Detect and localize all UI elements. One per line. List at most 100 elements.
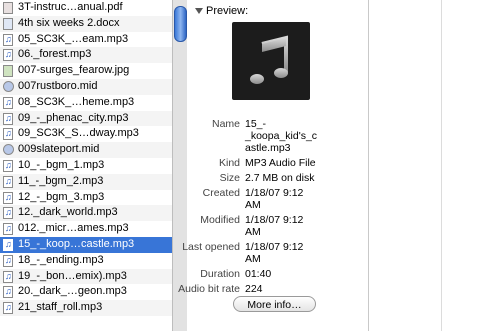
file-name: 12_-_bgm_3.mp3 xyxy=(18,190,105,203)
music-note-glyph: ♫ xyxy=(5,286,12,297)
file-info: Name 15_- _koopa_kid's_c astle.mp3 Kind MP3… xyxy=(178,118,368,298)
file-name: 11_-_bgm_2.mp3 xyxy=(18,174,104,187)
music-note-glyph: ♫ xyxy=(5,223,12,234)
file-name: 10_-_bgm_1.mp3 xyxy=(18,158,105,171)
preview-thumbnail xyxy=(232,22,310,100)
file-list-item[interactable]: 4th six weeks 2.docx xyxy=(0,15,172,32)
mp3-file-icon: ♫ xyxy=(3,223,13,236)
mp3-file-icon: ♫ xyxy=(3,112,13,125)
file-name: 09_SC3K_S…dway.mp3 xyxy=(18,127,139,140)
file-list-item[interactable]: ♫ 12._dark_world.mp3 xyxy=(0,205,172,222)
info-label: Name xyxy=(211,118,240,130)
music-note-glyph: ♫ xyxy=(5,112,12,123)
file-list-item[interactable]: ♫ 09_SC3K_S…dway.mp3 xyxy=(0,126,172,143)
image-file-icon xyxy=(3,65,13,78)
music-note-glyph: ♫ xyxy=(5,159,12,170)
file-list-item[interactable]: ♫ 09_-_phenac_city.mp3 xyxy=(0,110,172,127)
mp3-file-icon: ♫ xyxy=(3,175,13,188)
info-value: 15_- _koopa_kid's_c astle.mp3 xyxy=(245,118,318,154)
preview-disclosure[interactable]: Preview: xyxy=(195,5,248,17)
file-name: 3T-instruc…anual.pdf xyxy=(18,1,123,13)
file-name: 20._dark_…geon.mp3 xyxy=(18,285,127,298)
music-note-icon xyxy=(250,35,288,84)
info-row: Modified 1/18/07 9:12 AM xyxy=(187,214,368,238)
file-list-item[interactable]: ♫ 11_-_bgm_2.mp3 xyxy=(0,173,172,190)
file-list[interactable]: 3T-instruc…anual.pdf 4th six weeks 2.docx… xyxy=(0,0,172,331)
file-list-item[interactable]: ♫ 18_-_ending.mp3 xyxy=(0,252,172,269)
file-name: 08_SC3K_…heme.mp3 xyxy=(18,95,135,108)
info-value: MP3 Audio File xyxy=(245,157,316,169)
file-name: 009slateport.mid xyxy=(18,143,100,156)
scroll-thumb[interactable] xyxy=(174,6,187,42)
file-name: 12._dark_world.mp3 xyxy=(18,206,118,219)
file-name: 4th six weeks 2.docx xyxy=(18,16,120,29)
info-label: Audio bit rate xyxy=(178,283,240,295)
file-list-item[interactable]: ♫ 15_-_koop…castle.mp3 xyxy=(0,236,172,253)
disclosure-triangle-icon[interactable] xyxy=(195,8,203,15)
info-row: Created 1/18/07 9:12 AM xyxy=(187,187,368,211)
file-list-item[interactable]: 007rustboro.mid xyxy=(0,78,172,95)
file-list-item[interactable]: 009slateport.mid xyxy=(0,142,172,158)
music-note-glyph: ♫ xyxy=(5,191,12,202)
mp3-file-icon: ♫ xyxy=(3,49,13,62)
info-value: 01:40 xyxy=(245,268,272,280)
empty-column[interactable] xyxy=(369,0,500,331)
mp3-file-icon: ♫ xyxy=(3,286,13,299)
music-note-glyph: ♫ xyxy=(5,270,12,281)
mp3-file-icon: ♫ xyxy=(3,159,13,172)
file-list-scrollbar[interactable] xyxy=(172,0,187,331)
info-label: Modified xyxy=(200,214,240,226)
info-value: 1/18/07 9:12 AM xyxy=(245,214,304,238)
music-note-glyph: ♫ xyxy=(5,238,12,249)
info-row: Duration 01:40 xyxy=(187,268,368,280)
music-note-glyph: ♫ xyxy=(5,128,12,139)
info-label: Size xyxy=(219,172,240,184)
mp3-file-icon: ♫ xyxy=(3,238,13,251)
file-list-item[interactable]: ♫ 012._micr…ames.mp3 xyxy=(0,221,172,237)
file-list-item[interactable]: ♫ 05_SC3K_…eam.mp3 xyxy=(0,31,172,48)
info-label: Duration xyxy=(200,268,240,280)
mp3-file-icon: ♫ xyxy=(3,270,13,283)
file-list-item[interactable]: ♫ 06._forest.mp3 xyxy=(0,47,172,64)
info-row: Name 15_- _koopa_kid's_c astle.mp3 xyxy=(187,118,368,154)
file-name: 05_SC3K_…eam.mp3 xyxy=(18,32,129,45)
info-label: Kind xyxy=(218,157,240,169)
file-list-item[interactable]: ♫ 19_-_bon…emix).mp3 xyxy=(0,268,172,285)
info-value: 1/18/07 9:12 AM xyxy=(245,187,304,211)
file-name: 19_-_bon…emix).mp3 xyxy=(18,269,127,282)
music-note-glyph: ♫ xyxy=(5,96,12,107)
file-list-item[interactable]: ♫ 21_staff_roll.mp3 xyxy=(0,300,172,316)
music-note-glyph: ♫ xyxy=(5,207,12,218)
column-divider-right[interactable] xyxy=(441,0,442,331)
file-name: 012._micr…ames.mp3 xyxy=(18,222,129,235)
file-list-item[interactable]: ♫ 08_SC3K_…heme.mp3 xyxy=(0,94,172,111)
info-value: 1/18/07 9:12 AM xyxy=(245,241,304,265)
info-row: Kind MP3 Audio File xyxy=(187,157,368,169)
file-name: 09_-_phenac_city.mp3 xyxy=(18,111,129,124)
file-list-item[interactable]: ♫ 20._dark_…geon.mp3 xyxy=(0,284,172,301)
mp3-file-icon: ♫ xyxy=(3,191,13,204)
music-note-glyph: ♫ xyxy=(5,49,12,60)
info-label: Created xyxy=(202,187,240,199)
midi-file-icon xyxy=(3,80,14,92)
music-note-glyph: ♫ xyxy=(5,175,12,186)
pdf-file-icon xyxy=(3,2,13,14)
file-name: 06._forest.mp3 xyxy=(18,48,92,61)
file-list-item[interactable]: 007-surges_fearow.jpg xyxy=(0,63,172,79)
mp3-file-icon: ♫ xyxy=(3,302,13,315)
music-note-glyph: ♫ xyxy=(5,302,12,313)
info-value: 224 xyxy=(245,283,263,295)
file-list-item[interactable]: 3T-instruc…anual.pdf xyxy=(0,0,172,16)
info-row: Size 2.7 MB on disk xyxy=(187,172,368,184)
mp3-file-icon: ♫ xyxy=(3,96,13,109)
more-info-button[interactable]: More info… xyxy=(233,296,316,312)
info-value: 2.7 MB on disk xyxy=(245,172,315,184)
info-row: Last opened 1/18/07 9:12 AM xyxy=(182,241,368,265)
mp3-file-icon: ♫ xyxy=(3,207,13,220)
file-list-item[interactable]: ♫ 12_-_bgm_3.mp3 xyxy=(0,189,172,206)
mp3-file-icon: ♫ xyxy=(3,254,13,267)
file-name: 21_staff_roll.mp3 xyxy=(18,301,103,314)
file-list-item[interactable]: ♫ 10_-_bgm_1.mp3 xyxy=(0,157,172,174)
music-note-glyph: ♫ xyxy=(5,33,12,44)
file-name: 007rustboro.mid xyxy=(18,79,98,92)
